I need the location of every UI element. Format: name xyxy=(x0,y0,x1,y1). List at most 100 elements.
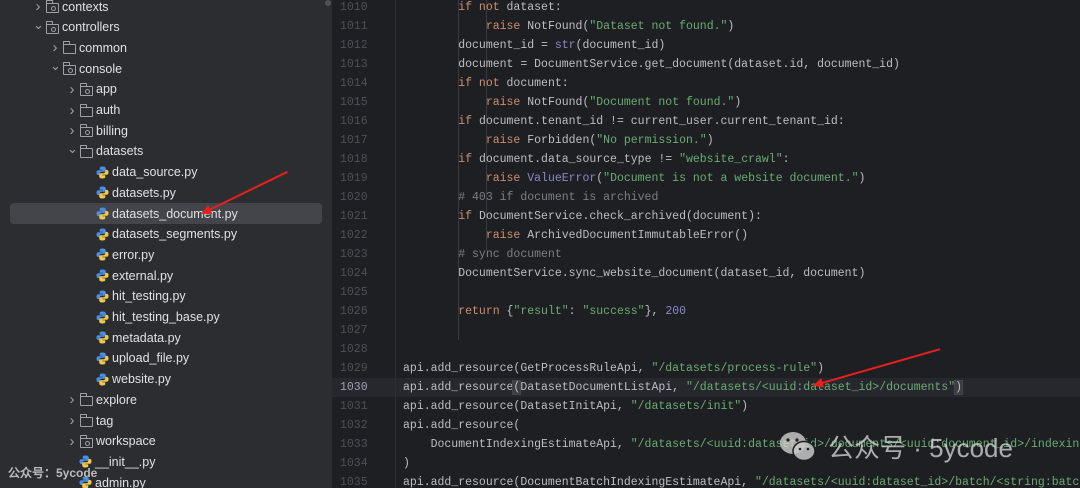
code-token: raise xyxy=(485,172,528,185)
code-line[interactable]: 1010 if not dataset: xyxy=(332,0,1080,17)
code-line[interactable]: 1016 if document.tenant_id != current_us… xyxy=(332,112,1080,131)
code-line[interactable]: 1026 return {"result": "success"}, 200 xyxy=(332,302,1080,321)
tree-item-auth[interactable]: › auth xyxy=(0,100,322,121)
code-token: NotFound( xyxy=(527,20,590,33)
tree-item-console[interactable]: ⌄ console xyxy=(0,58,322,79)
code-token: return xyxy=(458,305,507,318)
chevron-down-icon[interactable]: ⌄ xyxy=(67,141,78,157)
code-line[interactable]: 1013 document = DocumentService.get_docu… xyxy=(332,55,1080,74)
tree-item-app[interactable]: › app xyxy=(0,79,322,100)
python-file-icon xyxy=(96,269,109,282)
chevron-right-icon[interactable]: › xyxy=(33,0,43,15)
code-line[interactable]: 1023 # sync document xyxy=(332,245,1080,264)
chevron-right-icon[interactable]: › xyxy=(67,391,77,408)
chevron-right-icon[interactable]: › xyxy=(67,122,77,139)
chevron-right-icon[interactable]: › xyxy=(50,39,60,56)
code-text: return {"result": "success"}, 200 xyxy=(403,302,686,321)
tree-item-common[interactable]: › common xyxy=(0,37,322,58)
code-line[interactable]: 1015 raise NotFound("Document not found.… xyxy=(332,93,1080,112)
chevron-right-icon[interactable]: › xyxy=(67,433,77,450)
line-number: 1014 xyxy=(340,77,368,90)
tree-item-label: admin.py xyxy=(95,475,146,488)
tree-item-workspace[interactable]: › workspace xyxy=(0,431,322,452)
chevron-down-icon[interactable]: ⌄ xyxy=(33,17,44,33)
code-token: ) xyxy=(734,96,742,109)
line-number: 1030 xyxy=(340,381,368,394)
tree-item-metadata-py[interactable]: metadata.py xyxy=(0,327,322,348)
chevron-right-icon[interactable]: › xyxy=(67,81,77,98)
code-text: DocumentService.sync_website_document(da… xyxy=(403,264,865,283)
tree-item-hit-testing-base-py[interactable]: hit_testing_base.py xyxy=(0,307,322,328)
tree-item-label: hit_testing.py xyxy=(112,289,186,304)
line-number: 1019 xyxy=(340,172,368,185)
tree-item-datasets-py[interactable]: datasets.py xyxy=(0,182,322,203)
code-line[interactable]: 1017 raise Forbidden("No permission.") xyxy=(332,131,1080,150)
tree-item-website-py[interactable]: website.py xyxy=(0,369,322,390)
code-token: "/datasets/init" xyxy=(630,400,742,413)
code-line[interactable]: 1021 if DocumentService.check_archived(d… xyxy=(332,207,1080,226)
code-line[interactable]: 1028 xyxy=(332,340,1080,359)
tree-scrollbar-thumb[interactable] xyxy=(325,0,331,6)
tree-item-label: data_source.py xyxy=(112,165,198,180)
code-line[interactable]: 1035 api.add_resource(DocumentBatchIndexi… xyxy=(332,473,1080,488)
tree-item-datasets-segments-py[interactable]: datasets_segments.py xyxy=(0,224,322,245)
code-token: "/datasets/process-rule" xyxy=(651,362,818,375)
code-line[interactable]: 1029 api.add_resource(GetProcessRuleApi, … xyxy=(332,359,1080,378)
python-file-icon xyxy=(96,290,109,303)
code-token: document = DocumentService.get_document(… xyxy=(403,58,900,71)
tree-item-datasets-document-py[interactable]: datasets_document.py xyxy=(10,203,322,224)
code-token: api.add_resource(DatasetInitApi, xyxy=(403,400,631,413)
tree-item-hit-testing-py[interactable]: hit_testing.py xyxy=(0,286,322,307)
python-file-icon xyxy=(96,207,109,220)
code-editor[interactable]: 1010 if not dataset: 1011 raise NotFound(… xyxy=(332,0,1080,488)
tree-item-controllers[interactable]: ⌄ controllers xyxy=(0,17,322,38)
code-line[interactable]: 1031 api.add_resource(DatasetInitApi, "/d… xyxy=(332,397,1080,416)
code-token: : xyxy=(782,153,790,166)
code-token: Forbidden( xyxy=(527,134,597,147)
code-line[interactable]: 1024 DocumentService.sync_website_docume… xyxy=(332,264,1080,283)
code-token: (document_id) xyxy=(575,39,666,52)
code-line[interactable]: 1025 xyxy=(332,283,1080,302)
python-file-icon xyxy=(96,228,109,241)
code-token: api.add_resource(GetProcessRuleApi, xyxy=(403,362,652,375)
code-text: raise NotFound("Document not found.") xyxy=(403,93,741,112)
code-line[interactable]: 1019 raise ValueError("Document is not a… xyxy=(332,169,1080,188)
code-line[interactable]: 1014 if not document: xyxy=(332,74,1080,93)
tree-item-datasets[interactable]: ⌄ datasets xyxy=(0,141,322,162)
code-line[interactable]: 1012 document_id = str(document_id) xyxy=(332,36,1080,55)
code-line[interactable]: 1020 # 403 if document is archived xyxy=(332,188,1080,207)
code-line[interactable]: 1027 xyxy=(332,321,1080,340)
code-token: : xyxy=(568,305,583,318)
tree-item-tag[interactable]: › tag xyxy=(0,410,322,431)
code-token: ) xyxy=(741,400,749,413)
tree-item-contexts[interactable]: › contexts xyxy=(0,0,322,17)
chevron-down-icon[interactable]: ⌄ xyxy=(50,58,61,74)
code-token: # 403 if document is archived xyxy=(458,191,659,204)
chevron-right-icon[interactable]: › xyxy=(67,102,77,119)
code-token: document_id = xyxy=(403,39,555,52)
folder-icon xyxy=(80,393,93,407)
tree-item-explore[interactable]: › explore xyxy=(0,389,322,410)
code-token: NotFound( xyxy=(527,96,590,109)
code-line[interactable]: 1030 api.add_resource(DatasetDocumentList… xyxy=(332,378,1080,397)
code-token: document.data_source_type != xyxy=(478,153,680,166)
tree-item-billing[interactable]: › billing xyxy=(0,120,322,141)
code-text: document_id = str(document_id) xyxy=(403,36,665,55)
code-line[interactable]: 1022 raise ArchivedDocumentImmutableErro… xyxy=(332,226,1080,245)
chevron-right-icon[interactable]: › xyxy=(67,412,77,429)
line-number: 1024 xyxy=(340,267,368,280)
tree-item-external-py[interactable]: external.py xyxy=(0,265,322,286)
line-number: 1025 xyxy=(340,286,368,299)
code-line[interactable]: 1011 raise NotFound("Dataset not found."… xyxy=(332,17,1080,36)
tree-item-error-py[interactable]: error.py xyxy=(0,244,322,265)
tree-scrollbar[interactable] xyxy=(325,0,331,488)
tree-item-upload-file-py[interactable]: upload_file.py xyxy=(0,348,322,369)
code-line[interactable]: 1018 if document.data_source_type != "we… xyxy=(332,150,1080,169)
code-text: if not dataset: xyxy=(403,0,562,17)
tree-item-label: datasets xyxy=(96,144,144,159)
code-token: if xyxy=(458,210,479,223)
